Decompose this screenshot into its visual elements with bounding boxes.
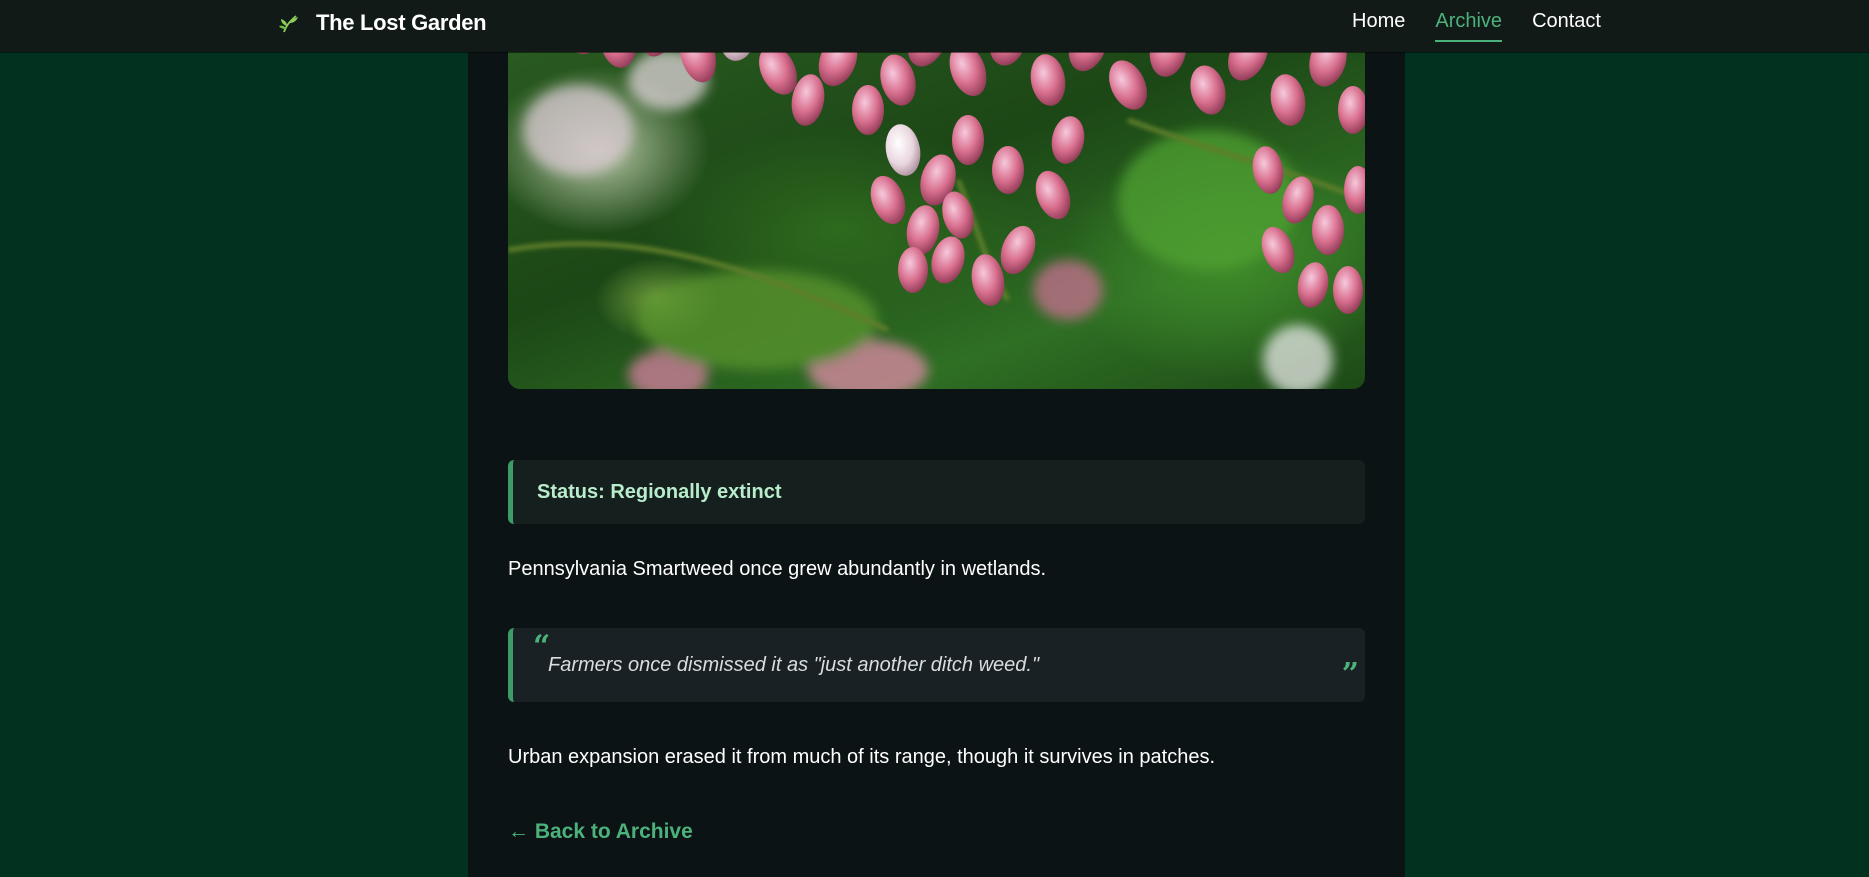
sprout-icon xyxy=(278,12,300,34)
status-callout: Status: Regionally extinct xyxy=(508,460,1365,524)
quote-text: Farmers once dismissed it as "just anoth… xyxy=(548,654,1040,676)
main-nav: Home Archive Contact xyxy=(1352,0,1601,45)
outro-paragraph: Urban expansion erased it from much of i… xyxy=(508,746,1216,768)
brand-title: The Lost Garden xyxy=(316,9,487,35)
brand[interactable]: The Lost Garden xyxy=(278,0,487,45)
back-to-archive-link[interactable]: ← Back to Archive xyxy=(508,820,693,844)
flower-illustration xyxy=(508,0,1365,389)
nav-link-contact[interactable]: Contact xyxy=(1532,10,1601,35)
nav-link-home[interactable]: Home xyxy=(1352,10,1405,35)
close-quote-icon: ” xyxy=(1341,657,1359,692)
intro-paragraph: Pennsylvania Smartweed once grew abundan… xyxy=(508,558,1047,580)
top-navbar: The Lost Garden Home Archive Contact xyxy=(0,0,1869,52)
hero-image xyxy=(508,0,1365,389)
status-text: Status: Regionally extinct xyxy=(537,481,782,503)
quote-block: “ Farmers once dismissed it as "just ano… xyxy=(508,628,1365,702)
nav-link-archive[interactable]: Archive xyxy=(1435,10,1502,42)
